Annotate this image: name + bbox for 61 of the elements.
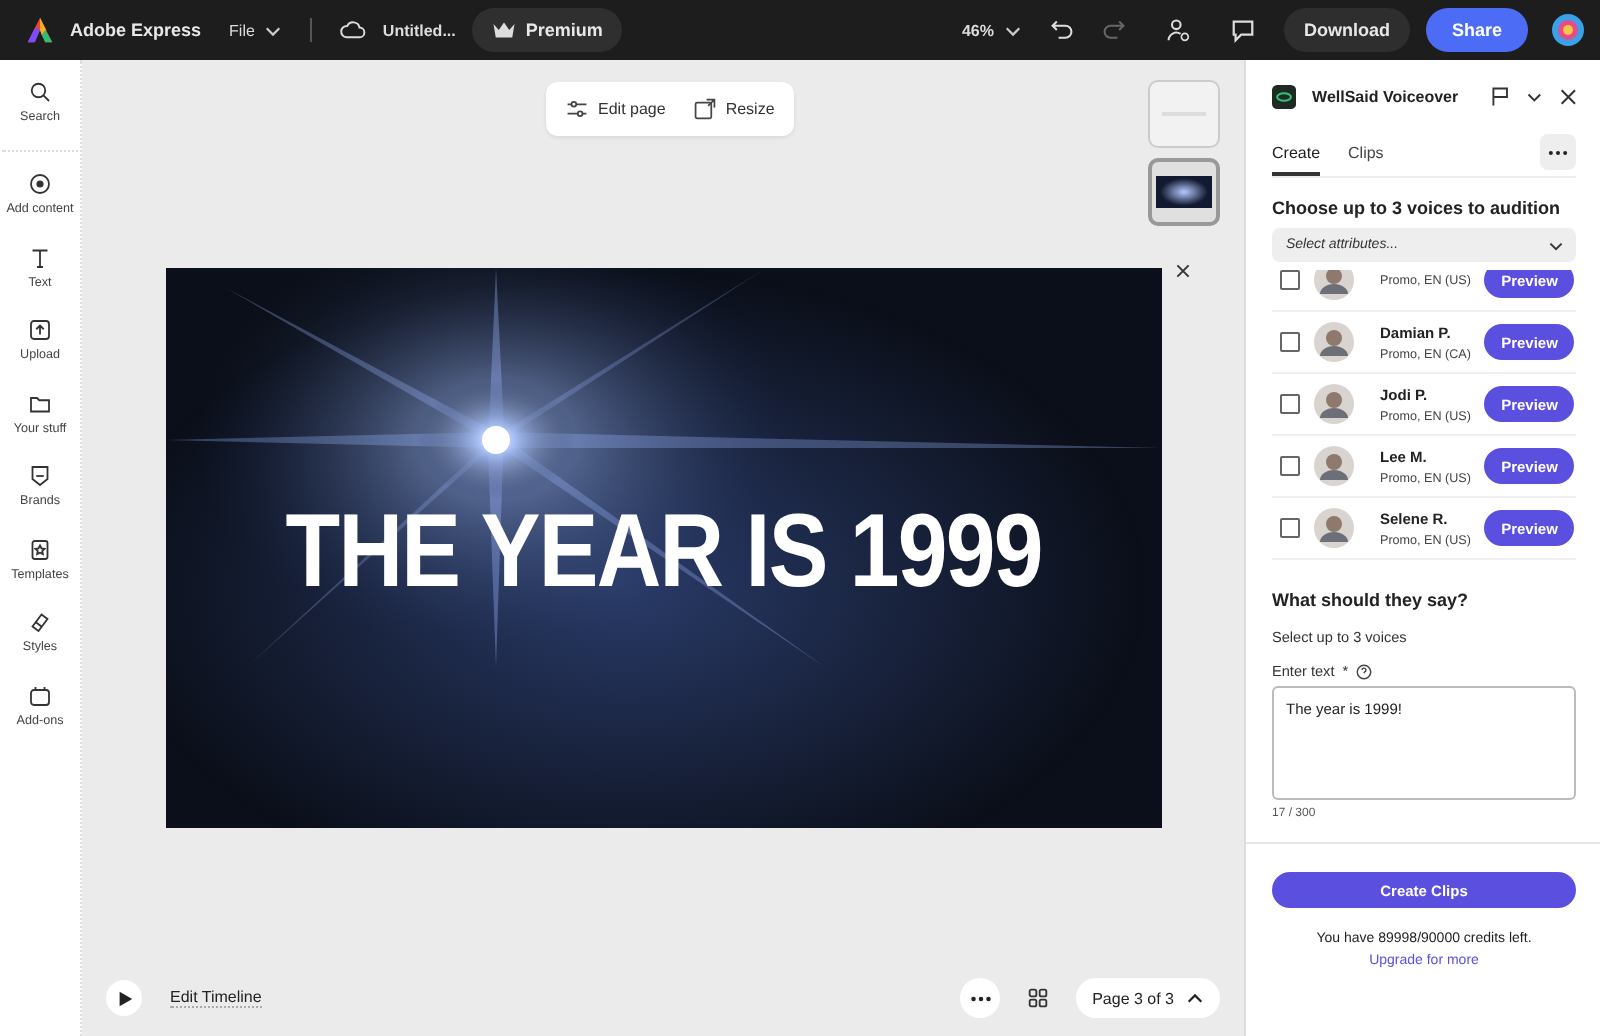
edit-page-button[interactable]: Edit page <box>566 98 666 120</box>
resize-icon <box>693 98 716 120</box>
more-button[interactable] <box>960 978 1001 1018</box>
page-thumbnail[interactable] <box>1148 80 1220 148</box>
avatar-icon <box>1314 322 1354 362</box>
brush-icon <box>28 610 52 634</box>
checkbox[interactable] <box>1280 456 1300 476</box>
avatar-icon[interactable] <box>1552 14 1584 46</box>
share-button[interactable]: Share <box>1425 8 1528 52</box>
checkbox[interactable] <box>1280 518 1300 538</box>
section-heading: Choose up to 3 voices to audition <box>1272 198 1563 218</box>
template-icon <box>28 537 52 561</box>
search-icon <box>28 80 52 104</box>
play-icon <box>115 989 133 1007</box>
avatar-icon <box>1314 270 1354 300</box>
avatar-icon <box>1314 446 1354 486</box>
calendar-icon <box>28 683 52 707</box>
folder-icon <box>28 391 52 415</box>
app-name: Adobe Express <box>70 20 202 40</box>
close-icon <box>1175 263 1189 277</box>
more-icon <box>969 995 992 1001</box>
undo-button[interactable] <box>1049 18 1074 42</box>
page-thumbnail[interactable] <box>1148 158 1220 226</box>
crown-icon <box>491 20 516 40</box>
checkbox[interactable] <box>1280 270 1300 290</box>
upload-icon <box>28 318 52 342</box>
document-title[interactable]: Untitled... <box>382 21 456 39</box>
edit-timeline-button[interactable]: Edit Timeline <box>170 988 262 1008</box>
headline-text[interactable]: THE YEAR IS 1999 <box>285 500 1043 604</box>
download-button[interactable]: Download <box>1283 8 1410 52</box>
premium-button[interactable]: Premium <box>471 8 623 52</box>
panel-title: WellSaid Voiceover <box>1312 87 1459 105</box>
checkbox[interactable] <box>1280 394 1300 414</box>
plus-circle-icon <box>28 172 52 196</box>
file-menu[interactable]: File <box>229 21 283 39</box>
addon-logo-icon <box>1272 83 1297 109</box>
chevron-up-icon <box>1186 989 1204 1007</box>
help-icon[interactable] <box>1356 663 1373 679</box>
text-icon <box>28 245 52 269</box>
flag-icon[interactable] <box>1490 85 1511 107</box>
sliders-icon <box>566 98 588 120</box>
grid-view-icon[interactable] <box>1028 988 1049 1008</box>
more-icon <box>1548 149 1568 155</box>
person-icon[interactable] <box>1165 18 1190 42</box>
shield-icon <box>28 464 52 488</box>
page-indicator-button[interactable]: Page 3 of 3 <box>1076 978 1220 1018</box>
checkbox[interactable] <box>1280 332 1300 352</box>
tab[interactable]: Create <box>1272 128 1321 176</box>
comment-icon[interactable] <box>1229 17 1256 43</box>
play-button[interactable] <box>106 980 142 1016</box>
resize-button[interactable]: Resize <box>693 98 775 120</box>
close-icon[interactable] <box>1559 87 1576 105</box>
logo-icon[interactable] <box>26 16 54 44</box>
cloud-icon <box>340 20 367 40</box>
more-button[interactable] <box>1540 134 1576 170</box>
zoom-menu[interactable]: 46% <box>961 21 1022 39</box>
chevron-down-icon <box>1548 237 1564 253</box>
tab[interactable]: Clips <box>1348 128 1384 176</box>
section-heading: What should they say? <box>1272 590 1471 610</box>
avatar-icon <box>1314 384 1354 424</box>
avatar-icon <box>1314 508 1354 548</box>
